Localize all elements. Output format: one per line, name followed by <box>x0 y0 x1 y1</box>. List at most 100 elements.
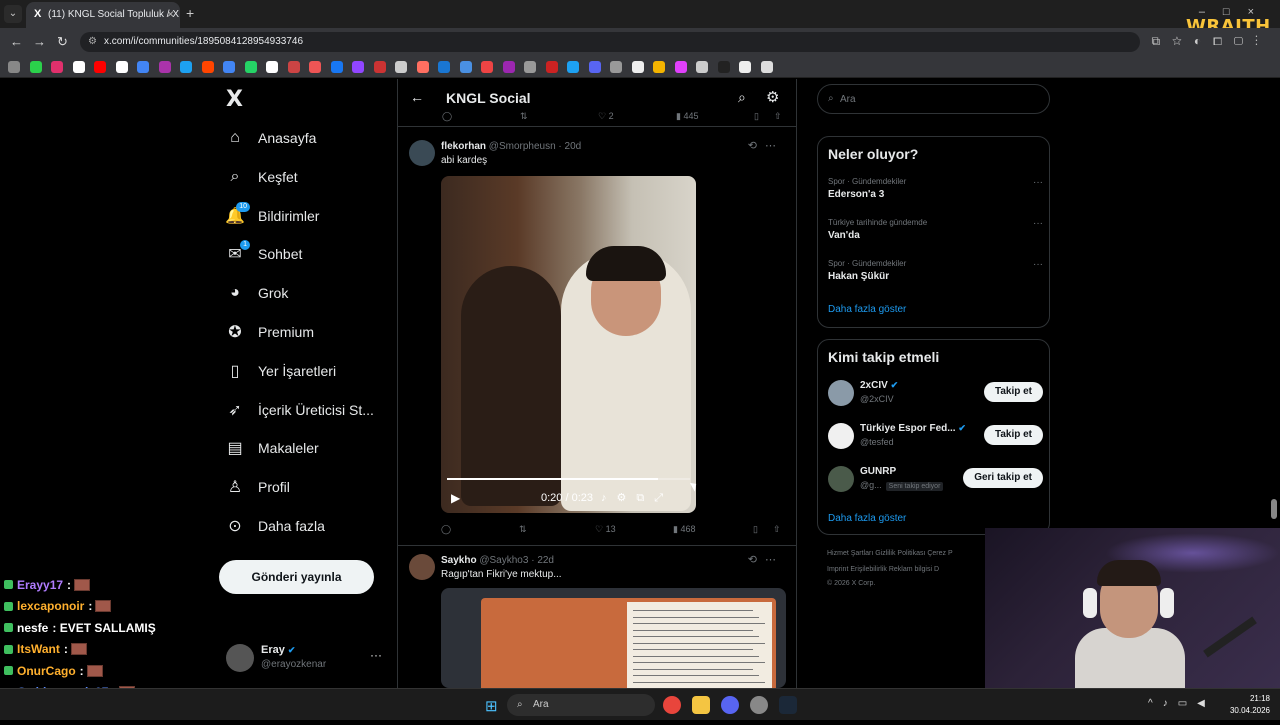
sidebar-item-5[interactable]: ✪ Premium <box>226 319 314 345</box>
bookmark-favicon-icon[interactable] <box>201 61 214 73</box>
sidebar-item-2[interactable]: 🔔 10 Bildirimler <box>225 201 319 229</box>
tweet[interactable]: flekorhan @Smorpheusn · 20d ⟲⋯ abi karde… <box>398 131 796 543</box>
back-arrow-icon[interactable]: ← <box>410 89 424 105</box>
forward-icon[interactable]: → <box>33 34 46 49</box>
follow-show-more-link[interactable]: Daha fazla göster <box>828 513 906 524</box>
x-logo-icon[interactable]: X <box>226 87 243 112</box>
tweet-menu-icons[interactable]: ⟲⋯ <box>748 139 784 152</box>
views-icon[interactable]: ▮ 445 <box>676 111 698 122</box>
avatar[interactable] <box>828 380 854 406</box>
bookmark-favicon-icon[interactable] <box>545 61 558 73</box>
tweet-author[interactable]: Saykho @Saykho3 · 22d <box>441 555 554 566</box>
folder-icon[interactable] <box>692 696 710 714</box>
video-controls-icons[interactable]: ♪⚙⧉⤢ <box>601 491 673 505</box>
bookmark-favicon-icon[interactable] <box>72 61 85 73</box>
bookmark-favicon-icon[interactable] <box>51 61 63 73</box>
more-icon[interactable]: ··· <box>1033 177 1043 188</box>
back-icon[interactable]: ← <box>10 34 23 49</box>
repost-icon[interactable]: ⇅ <box>520 111 528 122</box>
tab-search-button[interactable]: ⌄ <box>4 5 22 23</box>
sidebar-item-8[interactable]: ▤ Makaleler <box>226 435 318 461</box>
bookmark-favicon-icon[interactable] <box>674 61 687 73</box>
new-tab-button[interactable]: + <box>186 5 194 21</box>
follow-back-button[interactable]: Geri takip et <box>963 468 1043 488</box>
chrome-icon[interactable] <box>663 696 681 714</box>
discord-icon[interactable] <box>721 696 739 714</box>
reply-icon[interactable]: ◯ <box>442 111 452 122</box>
reload-icon[interactable]: ↻ <box>57 34 68 50</box>
follow-button[interactable]: Takip et <box>983 382 1043 402</box>
app-icon[interactable] <box>750 696 768 714</box>
bookmark-favicon-icon[interactable] <box>266 61 278 73</box>
gear-icon[interactable]: ⚙ <box>766 88 779 106</box>
follow-suggestion[interactable]: GUNRP @g... Seni takip ediyor Geri takip … <box>828 466 1043 496</box>
bookmark-favicon-icon[interactable] <box>8 61 20 73</box>
avatar[interactable] <box>409 554 435 580</box>
video-progress-bar[interactable] <box>447 478 690 480</box>
tweet[interactable]: Saykho @Saykho3 · 22d ⟲⋯ Ragıp'tan Fikri… <box>398 545 796 688</box>
reply-icon[interactable]: ◯ <box>441 524 451 535</box>
bookmark-favicon-icon[interactable] <box>416 61 429 73</box>
bookmark-favicon-icon[interactable] <box>760 61 773 73</box>
bookmark-favicon-icon[interactable] <box>459 61 472 73</box>
avatar[interactable] <box>409 140 435 166</box>
bookmark-favicon-icon[interactable] <box>588 61 601 73</box>
system-tray-icons[interactable]: ^♪▭◀ <box>1148 698 1215 709</box>
like-icon[interactable]: ♡ 13 <box>595 524 616 535</box>
sidebar-item-6[interactable]: ▯ Yer İşaretleri <box>226 358 336 384</box>
bookmark-favicon-icon[interactable] <box>631 61 644 73</box>
tweet-image[interactable] <box>441 588 786 688</box>
more-icon[interactable]: ··· <box>370 648 382 662</box>
follow-suggestion[interactable]: 2xCIV ✔ @2xCIV Takip et <box>828 380 1043 410</box>
bookmark-favicon-icon[interactable] <box>180 61 192 73</box>
search-icon[interactable]: ⌕ <box>738 89 746 106</box>
bookmark-favicon-icon[interactable] <box>115 61 128 73</box>
clock[interactable]: 21:18 30.04.2026 <box>1228 693 1270 717</box>
bookmark-favicon-icon[interactable] <box>330 61 343 73</box>
bookmark-favicon-icon[interactable] <box>502 61 515 73</box>
site-info-icon[interactable]: ⚙ <box>88 36 97 47</box>
more-icon[interactable]: ··· <box>1033 218 1043 229</box>
footer-links[interactable]: Imprint Erişilebilirlik Reklam bilgisi D <box>827 566 939 573</box>
bookmark-favicon-icon[interactable] <box>653 61 665 73</box>
sidebar-item-7[interactable]: ➶ İçerik Üreticisi St... <box>226 397 374 423</box>
account-switcher[interactable]: Eray ✔ @erayozkenar ··· <box>226 642 386 676</box>
bookmark-favicon-icon[interactable] <box>696 61 708 73</box>
bookmark-favicon-icon[interactable] <box>524 61 536 73</box>
post-button[interactable]: Gönderi yayınla <box>219 560 374 594</box>
tab-close-icon[interactable]: × <box>167 7 174 21</box>
bookmark-favicon-icon[interactable] <box>223 61 235 73</box>
trend-item[interactable]: Spor · Gündemdekiler Hakan Şükür ··· <box>828 259 1043 282</box>
trend-item[interactable]: Türkiye tarihinde gündemde Van'da ··· <box>828 218 1043 241</box>
bookmark-favicon-icon[interactable] <box>29 61 42 73</box>
bookmark-favicon-icon[interactable] <box>137 61 149 73</box>
follow-suggestion[interactable]: Türkiye Espor Fed... ✔ @tesfed Takip et <box>828 423 1043 453</box>
sidebar-item-3[interactable]: ✉ 1 Sohbet <box>226 240 302 267</box>
sidebar-item-0[interactable]: ⌂ Anasayfa <box>226 125 316 151</box>
avatar[interactable] <box>828 423 854 449</box>
bookmark-favicon-icon[interactable] <box>287 61 300 73</box>
trends-show-more-link[interactable]: Daha fazla göster <box>828 304 906 315</box>
taskbar-search[interactable]: ⌕ Ara <box>507 694 655 716</box>
share-icon[interactable]: ⇧ <box>773 524 781 535</box>
bookmark-favicon-icon[interactable] <box>94 61 106 73</box>
sidebar-item-1[interactable]: ⌕ Keşfet <box>226 164 298 190</box>
scrollbar[interactable] <box>1271 499 1277 519</box>
bookmark-icon[interactable]: ▯ <box>753 524 758 535</box>
avatar[interactable] <box>828 466 854 492</box>
browser-tab[interactable]: X (11) KNGL Social Topluluk / X × <box>26 2 180 28</box>
tweet-menu-icons[interactable]: ⟲⋯ <box>748 553 784 566</box>
play-icon[interactable]: ▶ <box>451 491 460 505</box>
steam-icon[interactable] <box>779 696 797 714</box>
bookmark-favicon-icon[interactable] <box>739 61 751 73</box>
bookmark-favicon-icon[interactable] <box>158 61 171 73</box>
more-icon[interactable]: ··· <box>1033 259 1043 270</box>
bookmark-favicon-icon[interactable] <box>395 61 407 73</box>
tweet-author[interactable]: flekorhan @Smorpheusn · 20d <box>441 141 581 152</box>
url-field[interactable]: ⚙ x.com/i/communities/189508412895493374… <box>80 32 1140 52</box>
search-input[interactable]: ⌕ Ara <box>817 84 1050 114</box>
video-player[interactable]: ▶ 0:20 / 0:23 ♪⚙⧉⤢ <box>441 176 696 513</box>
footer-links[interactable]: Hizmet Şartları Gizlilik Politikası Çere… <box>827 550 953 557</box>
follow-button[interactable]: Takip et <box>983 425 1043 445</box>
views-icon[interactable]: ▮ 468 <box>673 524 695 535</box>
